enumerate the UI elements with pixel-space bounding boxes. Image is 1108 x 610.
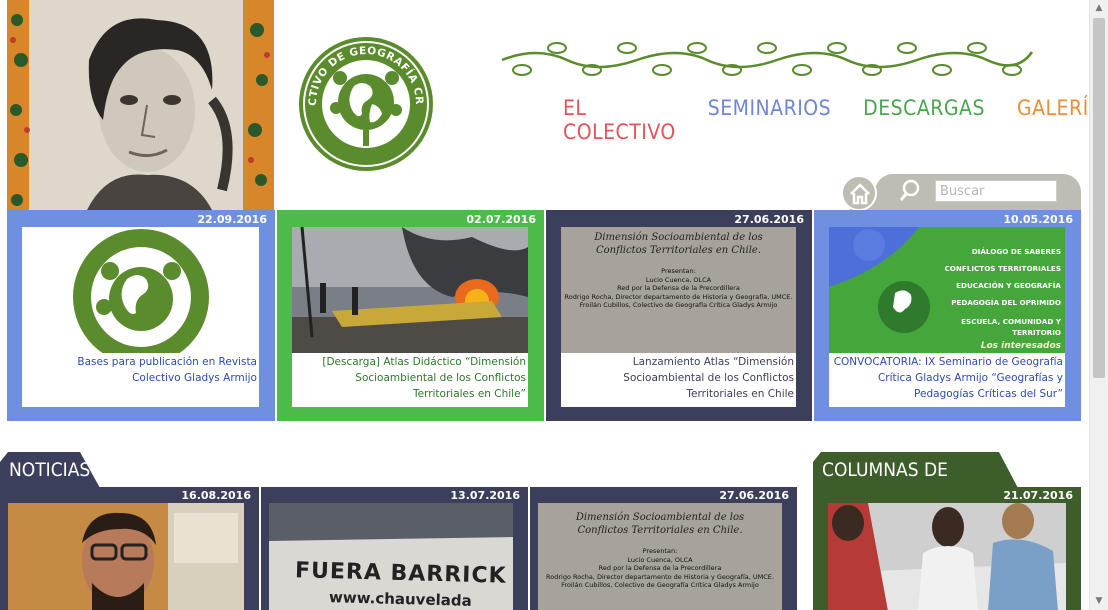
header-portrait-image xyxy=(7,0,274,210)
search-icon[interactable] xyxy=(899,178,925,204)
post-caption-link[interactable]: [Descarga] Atlas Didáctico “Dimensión So… xyxy=(296,354,526,402)
post-date: 16.08.2016 xyxy=(181,489,251,502)
nav-descargas[interactable]: DESCARGAS xyxy=(863,96,985,144)
home-icon xyxy=(850,183,870,205)
news-card[interactable]: 16.08.2016 xyxy=(0,487,259,610)
site-logo[interactable]: COLECTIVO DE GEOGRAFÍA CRÍTICA GLADYS AR… xyxy=(291,24,436,174)
post-thumbnail: Dimensión Socioambiental de los Conflict… xyxy=(561,227,796,353)
page: COLECTIVO DE GEOGRAFÍA CRÍTICA GLADYS AR… xyxy=(0,0,1090,610)
banner-line: DIÁLOGO DE SABERES xyxy=(971,247,1061,256)
post-date: 02.07.2016 xyxy=(466,213,536,226)
post-date: 21.07.2016 xyxy=(1003,489,1073,502)
scroll-down-arrow-icon[interactable]: ▼ xyxy=(1090,593,1108,610)
section-header-noticias: NOTICIAS xyxy=(0,452,100,488)
banner-line: PEDAGOGÍA DEL OPRIMIDO xyxy=(951,298,1061,307)
section-header-columnas: COLUMNAS DE OPINIÓN xyxy=(813,452,1018,488)
featured-card[interactable]: 27.06.2016 Dimensión Socioambiental de l… xyxy=(546,210,812,421)
flyer-line: Red por la Defensa de la Precordillera xyxy=(617,284,740,292)
featured-posts: 22.09.2016 Bases para publicación en Rev… xyxy=(0,210,1090,422)
featured-card[interactable]: 10.05.2016 DIÁLOGO DE SABERES CONFLICTOS… xyxy=(814,210,1081,421)
flyer-title-line2: Conflictos Territoriales en Chile. xyxy=(595,245,762,256)
post-date: 10.05.2016 xyxy=(1003,213,1073,226)
post-caption-link[interactable]: Bases para publicación en Revista Colect… xyxy=(26,354,257,386)
featured-card[interactable]: 02.07.2016 [Descarga] Atlas Didáctico “D… xyxy=(277,210,544,421)
flyer-line: Froilán Cubillos, Colectivo de Geografía… xyxy=(561,581,759,589)
scrollbar-thumb[interactable] xyxy=(1093,18,1105,378)
flyer-title-line2: Conflictos Territoriales en Chile. xyxy=(577,525,743,536)
banner-line: EDUCACIÓN Y GEOGRAFÍA xyxy=(956,281,1061,290)
banner-line: TERRITORIO xyxy=(1012,328,1061,337)
vertical-scrollbar[interactable]: ▲ ▼ xyxy=(1089,0,1108,610)
post-caption-link[interactable]: Lanzamiento Atlas “Dimensión Socioambien… xyxy=(565,354,794,402)
post-date: 13.07.2016 xyxy=(450,489,520,502)
banner-tagline: Los interesados xyxy=(980,341,1061,351)
post-thumbnail xyxy=(8,503,244,610)
flyer-title-line1: Dimensión Socioambiental de los xyxy=(575,512,745,523)
flyer-title-line1: Dimensión Socioambiental de los xyxy=(594,232,763,243)
post-date: 27.06.2016 xyxy=(734,213,804,226)
nav-galerias[interactable]: GALERÍAS xyxy=(1017,96,1090,144)
search-input[interactable] xyxy=(935,180,1057,202)
post-date: 22.09.2016 xyxy=(197,213,267,226)
nav-seminarios[interactable]: SEMINARIOS xyxy=(708,96,831,144)
banner-line: CONFLICTOS TERRITORIALES xyxy=(944,264,1061,273)
protest-banner-url: www.chauvelada xyxy=(328,588,472,610)
opinion-card[interactable]: 21.07.2016 xyxy=(813,487,1081,610)
news-card[interactable]: 27.06.2016 Dimensión Socioambiental de l… xyxy=(530,487,797,610)
flyer-line: Froilán Cubillos, Colectivo de Geografía… xyxy=(579,301,778,309)
flyer-presentan: Presentan: xyxy=(661,267,696,275)
news-card[interactable]: 13.07.2016 FUERA BARRICK www.chauvelada xyxy=(261,487,528,610)
post-thumbnail xyxy=(22,227,259,353)
flyer-presentan: Presentan: xyxy=(642,547,678,555)
flyer-line: Red por la Defensa de la Precordillera xyxy=(598,564,722,572)
post-thumbnail: DIÁLOGO DE SABERES CONFLICTOS TERRITORIA… xyxy=(829,227,1065,353)
flyer-line: Rodrigo Rocha, Director departamento de … xyxy=(546,572,774,581)
flyer-line: Rodrigo Rocha, Director departamento de … xyxy=(564,292,793,301)
post-thumbnail xyxy=(828,503,1066,610)
decorative-vine xyxy=(501,42,1034,76)
post-thumbnail: FUERA BARRICK www.chauvelada xyxy=(269,503,513,610)
flyer-line: Lucio Cuenca, OLCA xyxy=(627,555,693,564)
banner-line: ESCUELA, COMUNIDAD Y xyxy=(961,317,1061,326)
main-nav: EL COLECTIVO SEMINARIOS DESCARGAS GALERÍ… xyxy=(563,96,1090,144)
home-button[interactable] xyxy=(841,175,877,211)
post-thumbnail xyxy=(292,227,528,353)
nav-el-colectivo[interactable]: EL COLECTIVO xyxy=(563,96,676,144)
post-caption-link[interactable]: CONVOCATORIA: IX Seminario de Geografía … xyxy=(833,354,1063,402)
post-date: 27.06.2016 xyxy=(719,489,789,502)
scroll-up-arrow-icon[interactable]: ▲ xyxy=(1090,0,1108,17)
flyer-line: Lucio Cuenca, OLCA xyxy=(645,275,712,284)
post-thumbnail: Dimensión Socioambiental de los Conflict… xyxy=(538,503,782,610)
featured-card[interactable]: 22.09.2016 Bases para publicación en Rev… xyxy=(7,210,275,421)
